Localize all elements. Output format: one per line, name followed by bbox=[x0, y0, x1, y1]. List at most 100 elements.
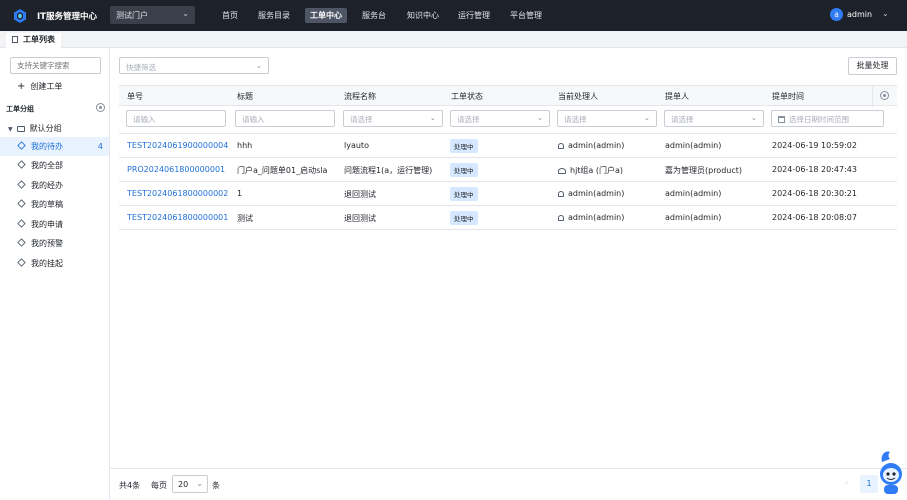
page-size-select[interactable]: 20 ⌄ bbox=[172, 475, 208, 493]
app-logo-icon bbox=[13, 8, 27, 23]
chevron-down-icon: ⌄ bbox=[643, 113, 650, 122]
portal-select-value: 测试门户 bbox=[116, 11, 148, 20]
ticket-time: 2024-06-18 20:08:07 bbox=[772, 213, 857, 222]
nav-ticket-center[interactable]: 工单中心 bbox=[305, 8, 347, 23]
nav-operations[interactable]: 运行管理 bbox=[453, 8, 495, 23]
table-header: 单号 标题 流程名称 工单状态 当前处理人 提单人 提单时间 bbox=[119, 85, 897, 107]
nav-knowledge-center[interactable]: 知识中心 bbox=[402, 8, 444, 23]
sidebar-item-label: 我的申请 bbox=[31, 220, 63, 229]
ticket-flow: 退回测试 bbox=[344, 190, 376, 199]
ticket-id-link[interactable]: TEST2024061800000001 bbox=[127, 213, 228, 222]
column-header-flow[interactable]: 流程名称 bbox=[344, 91, 376, 102]
filter-placeholder: 请选择 bbox=[350, 115, 373, 124]
sidebar: + 创建工单 工单分组 ▼ 默认分组 我的待办 4 我的全部 我的经办 我的草稿 我… bbox=[0, 48, 110, 500]
quick-filter-select[interactable]: 快捷筛选 ⌄ bbox=[119, 57, 269, 74]
main-content: 快捷筛选 ⌄ 批量处理 单号 标题 流程名称 工单状态 当前处理人 提单人 提单… bbox=[110, 48, 907, 500]
table-row[interactable]: PRO2024061800000001 门户a_问题单01_启动sla 问题流程… bbox=[119, 158, 897, 182]
handler-name: admin(admin) bbox=[568, 213, 625, 222]
chevron-down-icon: ⌄ bbox=[429, 113, 436, 122]
create-ticket-button[interactable]: + 创建工单 bbox=[17, 81, 62, 92]
filter-placeholder: 请输入 bbox=[133, 115, 156, 124]
column-header-id[interactable]: 单号 bbox=[127, 91, 143, 102]
ticket-submitter: admin(admin) bbox=[665, 213, 722, 222]
sidebar-item-my-todo[interactable]: 我的待办 4 bbox=[0, 137, 109, 156]
nav-platform[interactable]: 平台管理 bbox=[505, 8, 547, 23]
portal-select[interactable]: 测试门户 ⌄ bbox=[110, 6, 195, 24]
status-badge: 处理中 bbox=[450, 187, 478, 201]
filter-flow-select[interactable]: 请选择 ⌄ bbox=[343, 110, 443, 127]
sidebar-item-label: 我的待办 bbox=[31, 142, 63, 151]
ticket-time: 2024-06-18 20:30:21 bbox=[772, 189, 857, 198]
avatar[interactable]: a bbox=[830, 8, 843, 21]
filter-submitter-select[interactable]: 请选择 ⌄ bbox=[664, 110, 764, 127]
nav-service-catalog[interactable]: 服务目录 bbox=[253, 8, 295, 23]
per-page-label: 每页 bbox=[151, 481, 167, 490]
group-icon bbox=[558, 168, 566, 174]
tab-ticket-list[interactable]: 工单列表 bbox=[6, 33, 61, 48]
filter-status-select[interactable]: 请选择 ⌄ bbox=[450, 110, 550, 127]
ticket-flow: 退回测试 bbox=[344, 214, 376, 223]
column-header-status[interactable]: 工单状态 bbox=[451, 91, 483, 102]
quick-filter-placeholder: 快捷筛选 bbox=[126, 63, 156, 72]
table-row[interactable]: TEST2024061900000004 hhh lyauto 处理中 admi… bbox=[119, 134, 897, 158]
filter-placeholder: 请选择 bbox=[457, 115, 480, 124]
column-header-time[interactable]: 提单时间 bbox=[772, 91, 804, 102]
gear-icon[interactable] bbox=[96, 103, 105, 112]
handler-name: hjt组a (门户a) bbox=[570, 166, 624, 175]
sidebar-item-label: 我的全部 bbox=[31, 161, 63, 170]
ticket-handler: admin(admin) bbox=[558, 213, 624, 222]
total-count: 共4条 bbox=[119, 481, 141, 490]
user-name[interactable]: admin bbox=[847, 10, 872, 19]
folder-label: 默认分组 bbox=[29, 124, 62, 133]
calendar-icon bbox=[778, 116, 785, 123]
filter-placeholder: 请输入 bbox=[242, 115, 265, 124]
filter-placeholder: 请选择 bbox=[671, 115, 694, 124]
user-icon bbox=[558, 191, 564, 197]
ticket-flow: 问题流程1(a，运行管理) bbox=[344, 166, 433, 175]
filter-placeholder: 选择日期时间范围 bbox=[789, 115, 849, 124]
page-size-value: 20 bbox=[178, 480, 189, 489]
tab-label: 工单列表 bbox=[23, 35, 55, 44]
chevron-down-icon[interactable]: ⌄ bbox=[882, 9, 889, 18]
table-row[interactable]: TEST2024061800000001 测试 退回测试 处理中 admin(a… bbox=[119, 206, 897, 230]
ticket-time: 2024-06-19 10:59:02 bbox=[772, 141, 857, 150]
sidebar-item-label: 我的草稿 bbox=[31, 200, 63, 209]
cube-icon bbox=[17, 141, 26, 150]
ticket-handler: hjt组a (门户a) bbox=[558, 165, 623, 176]
filter-handler-select[interactable]: 请选择 ⌄ bbox=[557, 110, 657, 127]
cube-icon bbox=[17, 199, 26, 208]
nav-home[interactable]: 首页 bbox=[217, 8, 243, 23]
sidebar-item-my-requests[interactable]: 我的申请 bbox=[0, 215, 109, 234]
folder-default-group[interactable]: ▼ 默认分组 bbox=[8, 123, 62, 134]
ticket-id-link[interactable]: TEST2024061900000004 bbox=[127, 141, 228, 150]
cube-icon bbox=[17, 160, 26, 169]
sidebar-item-my-all[interactable]: 我的全部 bbox=[0, 156, 109, 175]
column-settings-icon[interactable] bbox=[880, 91, 889, 100]
folder-icon bbox=[16, 126, 25, 132]
ticket-id-link[interactable]: TEST2024061800000002 bbox=[127, 189, 228, 198]
sidebar-item-my-alerts[interactable]: 我的预警 bbox=[0, 234, 109, 253]
filter-title-input[interactable]: 请输入 bbox=[235, 110, 335, 127]
caret-down-icon: ▼ bbox=[8, 126, 13, 133]
filter-id-input[interactable]: 请输入 bbox=[126, 110, 226, 127]
column-header-submitter[interactable]: 提单人 bbox=[665, 91, 689, 102]
sidebar-item-my-suspended[interactable]: 我的挂起 bbox=[0, 254, 109, 273]
user-icon bbox=[558, 215, 564, 221]
user-icon bbox=[558, 143, 564, 149]
batch-process-button[interactable]: 批量处理 bbox=[848, 57, 897, 75]
prev-page-button[interactable]: ‹ bbox=[845, 478, 848, 487]
ticket-id-link[interactable]: PRO2024061800000001 bbox=[127, 165, 225, 174]
assistant-bot-icon[interactable] bbox=[876, 448, 904, 496]
sidebar-item-my-handled[interactable]: 我的经办 bbox=[0, 176, 109, 195]
sidebar-search-input[interactable] bbox=[10, 57, 101, 74]
ticket-title: 门户a_问题单01_启动sla bbox=[237, 166, 328, 175]
status-badge: 处理中 bbox=[450, 163, 478, 177]
filter-time-range[interactable]: 选择日期时间范围 bbox=[771, 110, 884, 127]
cube-icon bbox=[17, 180, 26, 189]
nav-service-desk[interactable]: 服务台 bbox=[357, 8, 391, 23]
table-row[interactable]: TEST2024061800000002 1 退回测试 处理中 admin(ad… bbox=[119, 182, 897, 206]
column-header-title[interactable]: 标题 bbox=[237, 91, 253, 102]
sidebar-item-my-drafts[interactable]: 我的草稿 bbox=[0, 195, 109, 214]
ticket-submitter: 嘉为管理员(product) bbox=[665, 166, 743, 175]
column-header-handler[interactable]: 当前处理人 bbox=[558, 91, 598, 102]
